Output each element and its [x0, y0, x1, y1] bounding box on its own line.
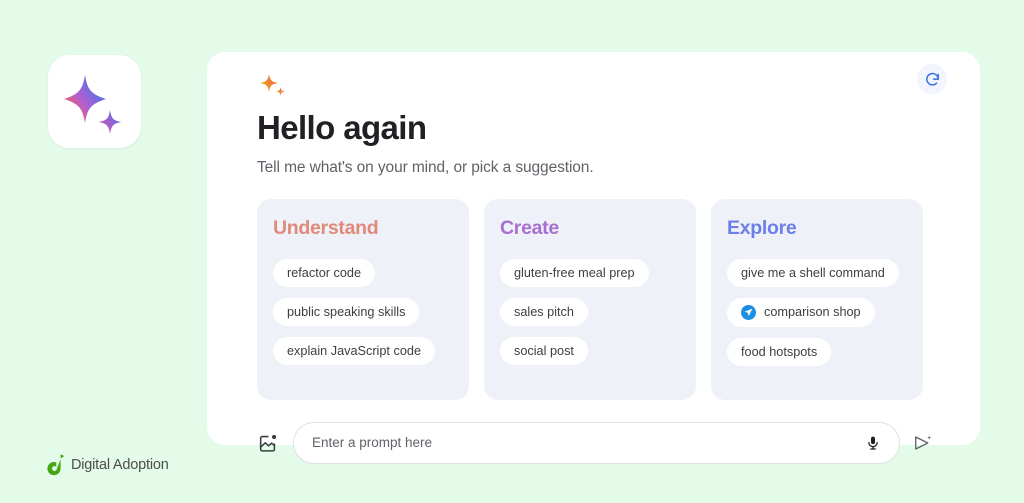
chip-label: food hotspots	[741, 344, 818, 359]
card-title-understand: Understand	[273, 216, 379, 239]
suggestion-card-create: Create gluten-free meal prep sales pitch…	[484, 198, 696, 400]
refresh-icon-button[interactable]	[917, 64, 947, 94]
chip-label: explain JavaScript code	[287, 343, 421, 358]
chip-refactor-code[interactable]: refactor code	[273, 258, 376, 287]
send-button[interactable]	[912, 432, 934, 454]
chip-list-explore: give me a shell command comparison shop …	[727, 258, 907, 366]
brand-footer: Digital Adoption	[46, 453, 169, 477]
digital-adoption-logo-mark	[47, 454, 65, 476]
assistant-panel: Hello again Tell me what's on your mind,…	[207, 52, 980, 464]
pointer-arrow-icon	[744, 308, 753, 316]
cursor-pointer-icon	[741, 304, 756, 320]
chip-gluten-free-meal-prep[interactable]: gluten-free meal prep	[500, 258, 649, 287]
chip-public-speaking-skills[interactable]: public speaking skills	[273, 297, 420, 326]
card-title-create: Create	[500, 216, 559, 239]
gemini-sparkle-app-icon	[64, 75, 122, 134]
page-title: Hello again	[257, 109, 427, 146]
add-image-icon	[259, 434, 277, 452]
prompt-bar	[257, 421, 950, 464]
microphone-icon	[868, 436, 878, 450]
refresh-icon	[925, 72, 939, 86]
brand-name: Digital Adoption	[71, 457, 169, 473]
chip-food-hotspots[interactable]: food hotspots	[727, 337, 832, 366]
chip-label: comparison shop	[764, 305, 861, 320]
chip-sales-pitch[interactable]: sales pitch	[500, 297, 588, 326]
chip-label: public speaking skills	[287, 304, 406, 319]
sparkle-icon	[260, 74, 285, 96]
chip-label: refactor code	[287, 265, 362, 280]
app-icon-tile	[48, 55, 141, 148]
prompt-input[interactable]	[312, 435, 865, 451]
chip-label: give me a shell command	[741, 265, 885, 280]
card-title-explore: Explore	[727, 216, 797, 239]
chip-label: gluten-free meal prep	[514, 265, 635, 280]
chip-social-post[interactable]: social post	[500, 336, 588, 365]
chip-label: sales pitch	[514, 304, 574, 319]
add-image-button[interactable]	[257, 431, 281, 455]
microphone-button[interactable]	[865, 432, 885, 454]
suggestion-cards: Understand refactor code public speaking…	[257, 198, 950, 400]
send-icon	[915, 435, 932, 450]
suggestion-card-understand: Understand refactor code public speaking…	[257, 198, 469, 400]
page-subtitle: Tell me what's on your mind, or pick a s…	[257, 158, 594, 176]
suggestion-card-explore: Explore give me a shell command comparis…	[711, 198, 923, 400]
chip-label: social post	[514, 343, 574, 358]
prompt-input-field[interactable]	[293, 421, 900, 464]
chip-comparison-shop[interactable]: comparison shop	[727, 297, 875, 327]
chip-explain-javascript-code[interactable]: explain JavaScript code	[273, 336, 435, 365]
chip-give-me-a-shell-command[interactable]: give me a shell command	[727, 258, 899, 287]
chip-list-understand: refactor code public speaking skills exp…	[273, 258, 453, 365]
chip-list-create: gluten-free meal prep sales pitch social…	[500, 258, 680, 365]
